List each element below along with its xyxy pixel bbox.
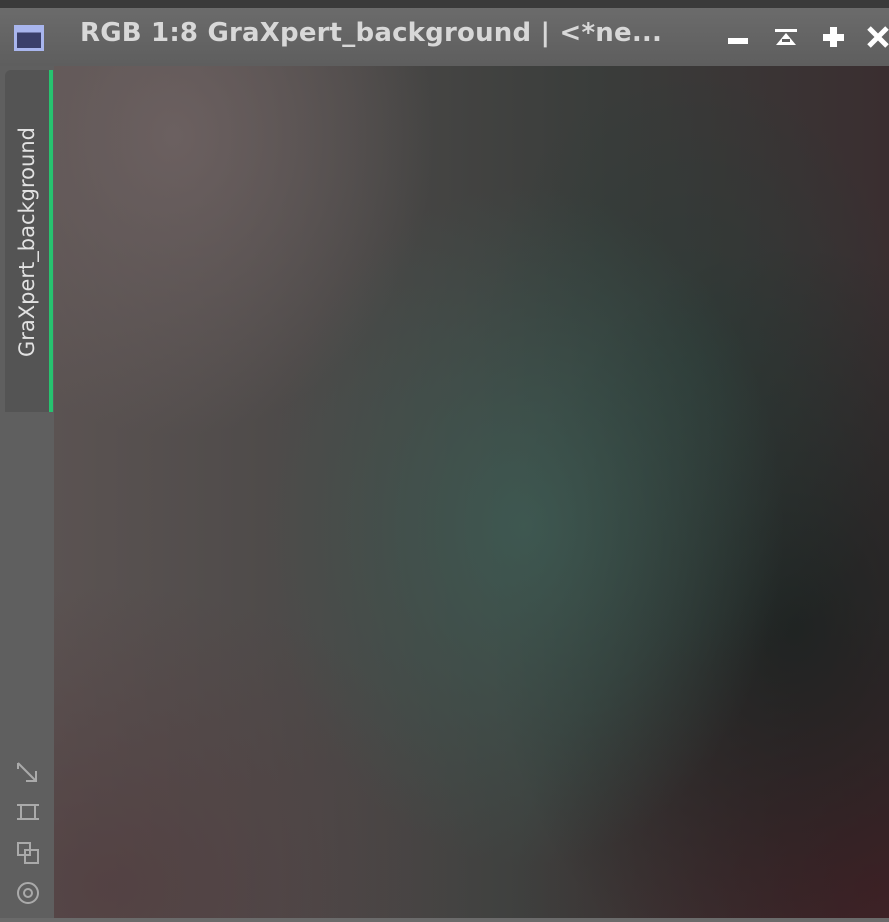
close-icon[interactable]	[864, 22, 889, 52]
shade-icon[interactable]	[772, 22, 802, 52]
window-bottom-edge	[0, 918, 889, 922]
window-top-edge	[0, 0, 889, 8]
image-window-icon[interactable]	[14, 25, 44, 51]
maximize-icon[interactable]	[819, 22, 849, 52]
minimize-icon[interactable]	[724, 22, 754, 52]
zoom-to-fit-icon[interactable]	[14, 759, 42, 787]
image-canvas[interactable]	[54, 66, 889, 918]
fit-view-icon[interactable]	[14, 798, 42, 826]
title-bar[interactable]: RGB 1:8 GraXpert_background | <*ne...	[0, 8, 889, 66]
clone-icon[interactable]	[14, 839, 42, 867]
target-icon[interactable]	[14, 879, 42, 907]
window-title: RGB 1:8 GraXpert_background | <*ne...	[80, 18, 663, 48]
view-tab-graxpert-background[interactable]: GraXpert_background	[5, 70, 53, 412]
side-panel: GraXpert_background	[0, 66, 54, 918]
view-tab-label: GraXpert_background	[15, 127, 39, 357]
image-window: RGB 1:8 GraXpert_background | <*ne... Gr…	[0, 0, 889, 922]
